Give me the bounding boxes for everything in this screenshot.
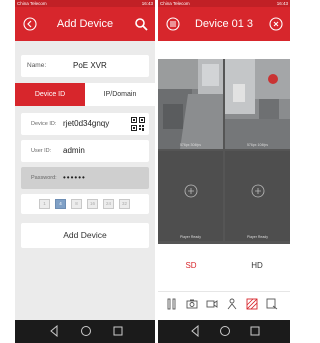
record-icon[interactable] bbox=[206, 298, 218, 310]
device-id-label: Device ID: bbox=[31, 121, 57, 127]
clock-label: 16:43 bbox=[276, 1, 288, 6]
nav-recents-icon[interactable] bbox=[113, 325, 123, 337]
ptz-icon[interactable] bbox=[226, 298, 238, 310]
add-mode-tabs: Device ID IP/Domain bbox=[15, 83, 155, 106]
carrier-label: China Telecom bbox=[17, 1, 47, 6]
cell-label: Player Ready bbox=[179, 235, 201, 239]
qr-code-icon[interactable] bbox=[131, 117, 145, 131]
system-nav-bar bbox=[158, 320, 290, 343]
add-device-button[interactable]: Add Device bbox=[21, 223, 149, 248]
system-nav-bar bbox=[15, 320, 155, 343]
video-cell-1[interactable]: 576px 304fps bbox=[158, 59, 223, 149]
hd-button[interactable]: HD bbox=[224, 253, 290, 279]
nav-home-icon[interactable] bbox=[219, 325, 231, 337]
video-cell-2[interactable]: 576px 104fps bbox=[225, 59, 290, 149]
tab-ip-domain[interactable]: IP/Domain bbox=[85, 83, 155, 106]
video-grid: 576px 304fps 576px 104fps Player Ready P… bbox=[158, 59, 290, 244]
sd-button[interactable]: SD bbox=[158, 253, 224, 279]
status-bar: China Telecom 16:43 bbox=[158, 0, 290, 7]
channel-count-selector: 1 4 8 16 24 32 bbox=[21, 194, 149, 214]
nav-home-icon[interactable] bbox=[80, 325, 92, 337]
video-cell-4[interactable]: Player Ready bbox=[225, 151, 290, 241]
nav-recents-icon[interactable] bbox=[250, 325, 260, 337]
status-bar: China Telecom 16:43 bbox=[15, 0, 155, 7]
video-cell-3[interactable]: Player Ready bbox=[158, 151, 223, 241]
mute-icon[interactable] bbox=[246, 298, 258, 310]
tab-device-id[interactable]: Device ID bbox=[15, 83, 85, 106]
close-icon[interactable] bbox=[269, 17, 283, 31]
quality-selector: SD HD bbox=[158, 253, 290, 279]
header-bar: Device 01 3 bbox=[158, 7, 290, 41]
add-channel-icon[interactable] bbox=[251, 184, 265, 198]
playback-toolbar bbox=[158, 291, 290, 315]
cell-label: 576px 304fps bbox=[179, 143, 202, 147]
password-value[interactable]: •••••• bbox=[63, 167, 86, 189]
nav-back-icon[interactable] bbox=[191, 325, 199, 337]
channel-option[interactable]: 24 bbox=[103, 199, 114, 209]
password-label: Password: bbox=[31, 175, 57, 181]
nav-back-icon[interactable] bbox=[50, 325, 58, 337]
clock-label: 16:43 bbox=[141, 1, 153, 6]
cell-label: 576px 104fps bbox=[246, 143, 269, 147]
live-view-screen: China Telecom 16:43 Device 01 3 576px 30… bbox=[158, 0, 290, 343]
cell-label: Player Ready bbox=[246, 235, 268, 239]
user-id-field[interactable]: User ID: admin bbox=[21, 140, 149, 162]
add-device-screen: China Telecom 16:43 Add Device Name: PoE… bbox=[15, 0, 155, 343]
snapshot-icon[interactable] bbox=[186, 298, 198, 310]
pause-icon[interactable] bbox=[166, 298, 178, 310]
device-name-field[interactable]: Name: PoE XVR bbox=[21, 55, 149, 77]
carrier-label: China Telecom bbox=[160, 1, 190, 6]
channel-option[interactable]: 4 bbox=[55, 199, 66, 209]
name-value[interactable]: PoE XVR bbox=[73, 55, 107, 77]
more-icon[interactable] bbox=[266, 298, 278, 310]
user-id-value[interactable]: admin bbox=[63, 140, 85, 162]
channel-option[interactable]: 8 bbox=[71, 199, 82, 209]
device-id-value[interactable]: rjet0d34gnqy bbox=[63, 113, 109, 135]
user-id-label: User ID: bbox=[31, 148, 52, 154]
channel-option[interactable]: 16 bbox=[87, 199, 98, 209]
camera-feed-image bbox=[158, 59, 223, 149]
add-channel-icon[interactable] bbox=[184, 184, 198, 198]
device-id-field[interactable]: Device ID: rjet0d34gnqy bbox=[21, 113, 149, 135]
camera-feed-image bbox=[225, 59, 290, 149]
password-field[interactable]: Password: •••••• bbox=[21, 167, 149, 189]
channel-option[interactable]: 32 bbox=[119, 199, 130, 209]
channel-option[interactable]: 1 bbox=[39, 199, 50, 209]
header-bar: Add Device bbox=[15, 7, 155, 41]
name-label: Name: bbox=[27, 62, 47, 69]
search-icon[interactable] bbox=[134, 17, 148, 31]
